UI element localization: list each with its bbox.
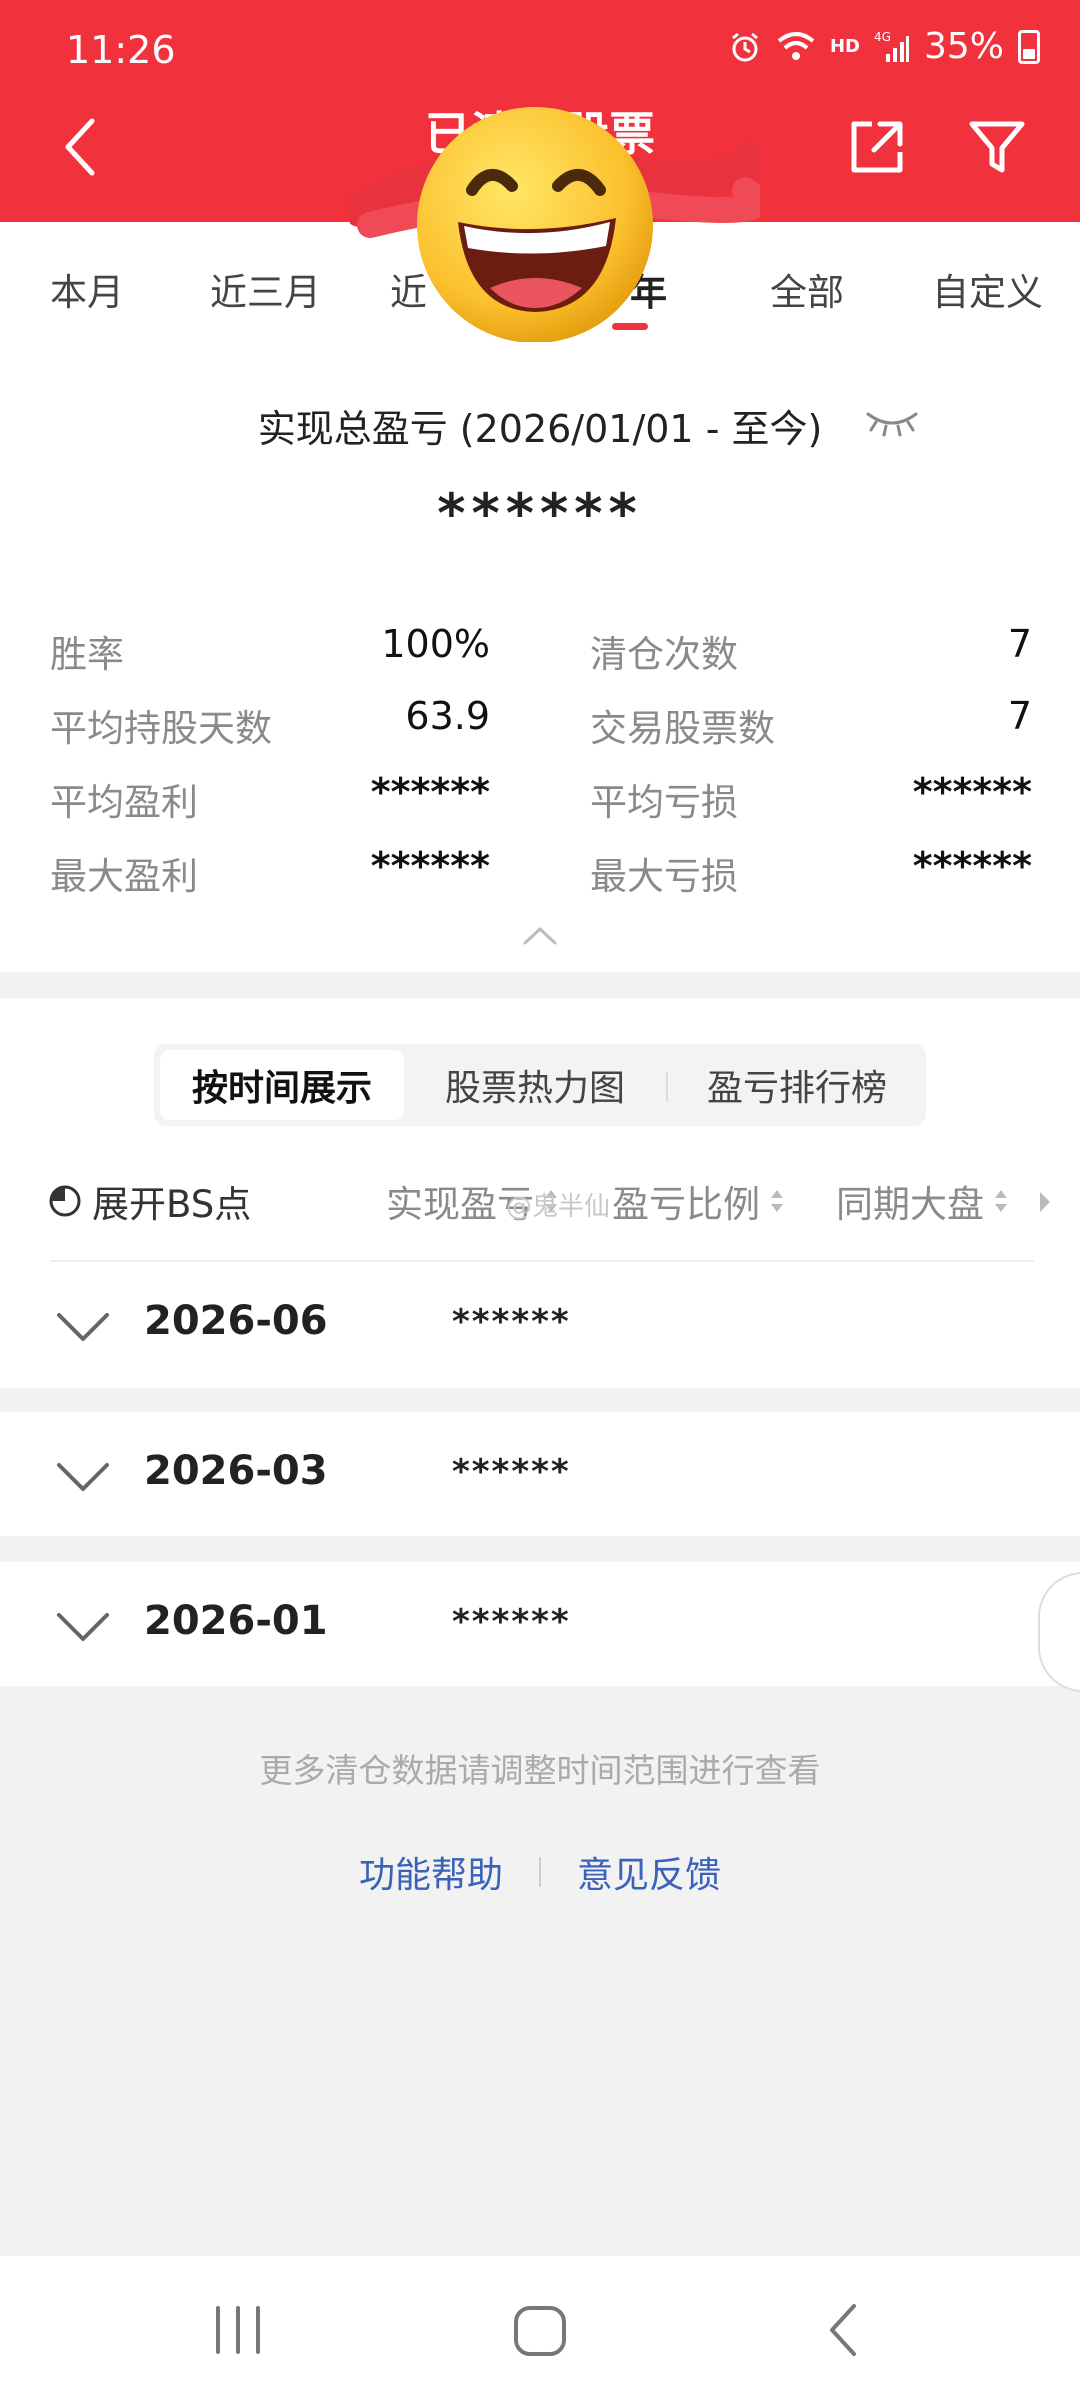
nav-back-icon[interactable] bbox=[814, 2302, 874, 2358]
tab-three-months[interactable]: 近三月 bbox=[210, 262, 321, 316]
pnl-list-header: 按时间展示 股票热力图 盈亏排行榜 展开BS点 实现盈亏 盈亏比例 同期大盘 @… bbox=[0, 998, 1080, 1388]
avg-loss-value: ****** bbox=[912, 770, 1032, 814]
wifi-icon bbox=[776, 31, 816, 63]
clear-count-label: 清仓次数 bbox=[590, 633, 738, 676]
month-row[interactable]: 2026-06 ****** bbox=[0, 1262, 1080, 1386]
month-label: 2026-06 bbox=[144, 1298, 328, 1344]
total-pnl-value: ****** bbox=[437, 482, 643, 545]
chevron-down-icon bbox=[57, 1463, 109, 1491]
tab-this-month[interactable]: 本月 bbox=[50, 262, 124, 316]
tab-all[interactable]: 全部 bbox=[770, 262, 844, 316]
avg-days-value: 63.9 bbox=[405, 694, 490, 738]
watermark: @鬼半仙 bbox=[506, 1192, 611, 1222]
traded-stocks-value: 7 bbox=[1007, 694, 1032, 738]
max-loss-label: 最大亏损 bbox=[590, 855, 738, 898]
month-row[interactable]: 2026-01 ****** bbox=[0, 1562, 1080, 1686]
grinning-emoji-icon bbox=[417, 107, 653, 343]
alarm-icon bbox=[728, 30, 762, 64]
filter-icon bbox=[969, 121, 1025, 173]
system-nav-bar bbox=[0, 2256, 1080, 2400]
max-profit-label: 最大盈利 bbox=[50, 855, 198, 898]
month-label: 2026-03 bbox=[144, 1448, 328, 1494]
signal-icon: 4G bbox=[874, 30, 910, 64]
month-label: 2026-01 bbox=[144, 1598, 328, 1644]
win-rate-value: 100% bbox=[381, 622, 490, 666]
tab-by-time[interactable]: 按时间展示 bbox=[160, 1050, 404, 1120]
chevron-down-icon bbox=[57, 1313, 109, 1341]
link-separator bbox=[539, 1857, 541, 1887]
footer-links: 功能帮助 意见反馈 bbox=[0, 1846, 1080, 1898]
home-icon[interactable] bbox=[510, 2302, 570, 2358]
bs-points-label: 展开BS点 bbox=[92, 1183, 252, 1226]
tab-ranking[interactable]: 盈亏排行榜 bbox=[672, 1044, 922, 1126]
col-pnl-ratio[interactable]: 盈亏比例 bbox=[612, 1174, 786, 1228]
network-type: HD bbox=[829, 36, 860, 57]
max-profit-value: ****** bbox=[370, 844, 490, 888]
bs-points-toggle[interactable]: 展开BS点 bbox=[48, 1174, 251, 1228]
pnl-summary: 实现总盈亏 (2026/01/01 - 至今) ****** 胜率 100% 清… bbox=[0, 342, 1080, 972]
battery-icon bbox=[1018, 29, 1040, 64]
month-pnl-value: ****** bbox=[452, 1302, 571, 1342]
footer-tip: 更多清仓数据请调整时间范围进行查看 bbox=[259, 1751, 821, 1790]
tab-custom[interactable]: 自定义 bbox=[932, 262, 1043, 316]
tab-separator bbox=[666, 1072, 668, 1102]
traded-stocks-label: 交易股票数 bbox=[590, 707, 775, 750]
chevron-down-icon bbox=[57, 1613, 109, 1641]
col-benchmark-label: 同期大盘 bbox=[836, 1183, 984, 1226]
avg-days-label: 平均持股天数 bbox=[50, 707, 272, 750]
avg-loss-label: 平均亏损 bbox=[590, 781, 738, 824]
month-pnl-value: ****** bbox=[452, 1602, 571, 1642]
max-loss-value: ****** bbox=[912, 844, 1032, 888]
tab-heatmap[interactable]: 股票热力图 bbox=[410, 1044, 660, 1126]
share-button[interactable] bbox=[846, 116, 908, 178]
month-pnl-value: ****** bbox=[452, 1452, 571, 1492]
status-icons: HD 4G 35% bbox=[728, 26, 1040, 67]
status-time: 11:26 bbox=[66, 28, 176, 72]
col-benchmark[interactable]: 同期大盘 bbox=[836, 1174, 1010, 1228]
feedback-link[interactable]: 意见反馈 bbox=[577, 1846, 721, 1898]
pie-chart-icon bbox=[49, 1185, 81, 1217]
cleared-stocks-screen: 11:26 HD 4G 35% 已清仓股票 本月 近三月 bbox=[0, 0, 1080, 2400]
view-tabs: 按时间展示 股票热力图 盈亏排行榜 bbox=[154, 1044, 926, 1126]
svg-text:4G: 4G bbox=[874, 30, 891, 44]
month-row[interactable]: 2026-03 ****** bbox=[0, 1412, 1080, 1536]
collapse-chevron-icon[interactable] bbox=[522, 924, 558, 946]
filter-button[interactable] bbox=[966, 116, 1028, 178]
avg-profit-value: ****** bbox=[370, 770, 490, 814]
battery-percent: 35% bbox=[923, 26, 1004, 67]
recent-apps-icon[interactable] bbox=[208, 2302, 268, 2358]
win-rate-label: 胜率 bbox=[50, 633, 124, 676]
eye-closed-icon[interactable] bbox=[864, 406, 920, 440]
share-icon bbox=[851, 121, 903, 173]
sort-icon bbox=[771, 1190, 783, 1212]
sort-icon bbox=[995, 1190, 1007, 1212]
col-pnl-ratio-label: 盈亏比例 bbox=[612, 1183, 760, 1226]
clear-count-value: 7 bbox=[1007, 622, 1032, 666]
help-link[interactable]: 功能帮助 bbox=[359, 1846, 503, 1898]
avg-profit-label: 平均盈利 bbox=[50, 781, 198, 824]
scroll-right-icon[interactable] bbox=[1038, 1190, 1052, 1214]
